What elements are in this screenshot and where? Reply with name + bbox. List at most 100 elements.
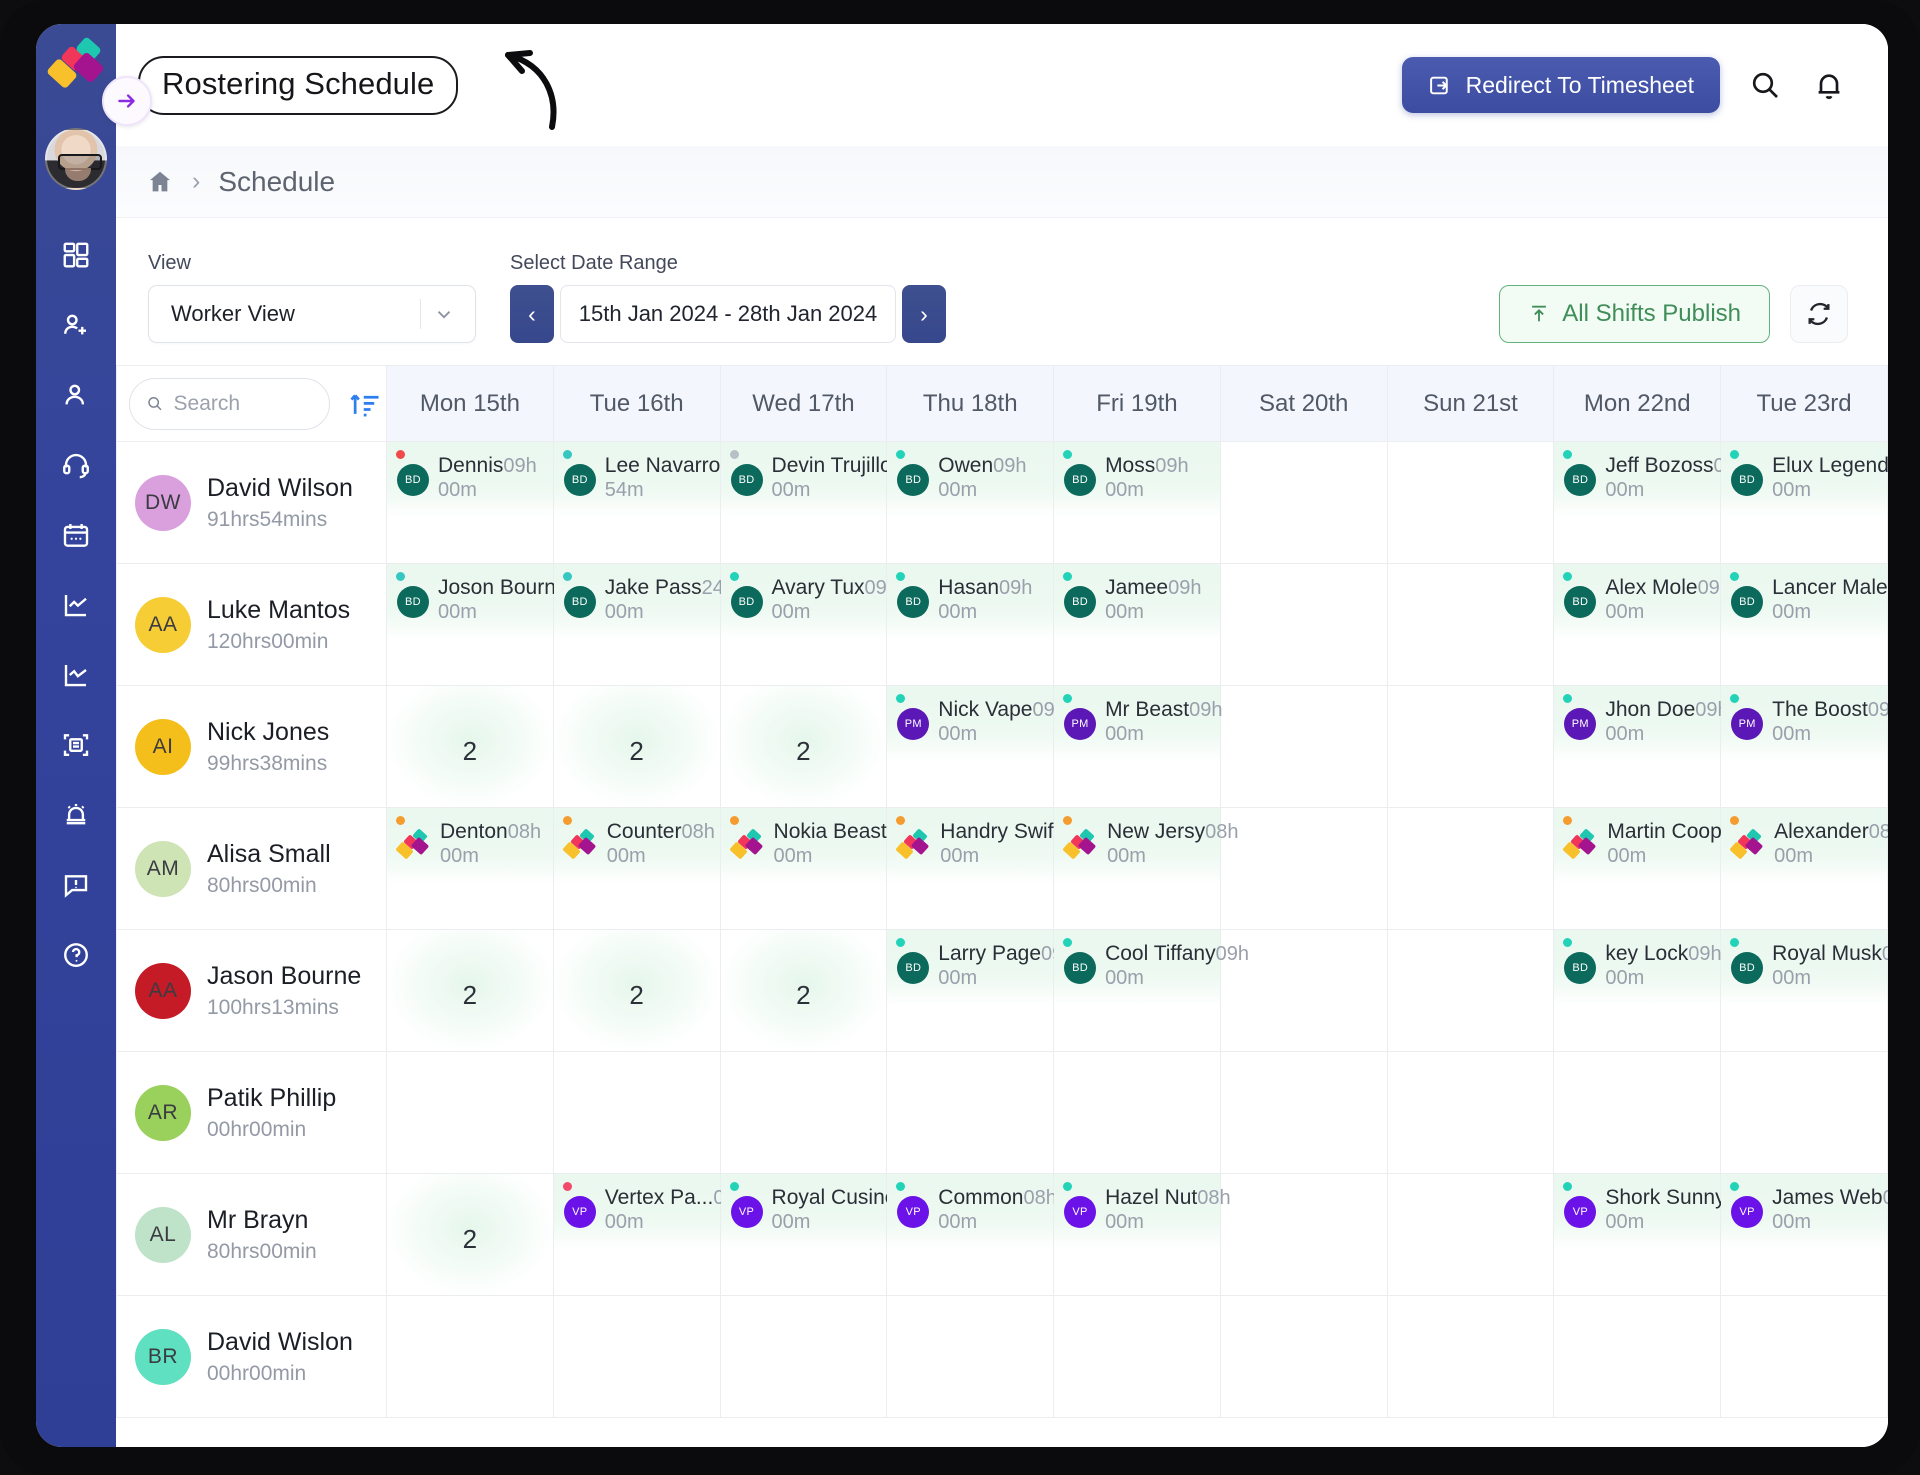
shift-card[interactable]: Nokia Beast08h 00m xyxy=(720,808,920,884)
search-input[interactable] xyxy=(173,391,313,416)
shift-card[interactable]: BD key Lock09h 00m xyxy=(1554,930,1722,1006)
sort-ascending-icon[interactable] xyxy=(344,389,386,419)
schedule-cell[interactable]: PM Jhon Doe09h 00m xyxy=(1553,685,1729,808)
user-avatar[interactable] xyxy=(45,128,107,190)
sidebar-item-calendar[interactable] xyxy=(49,508,103,562)
schedule-cell[interactable] xyxy=(886,1051,1055,1174)
shift-card[interactable]: BDElux Legend09h 00m xyxy=(1721,442,1888,518)
shift-count-badge[interactable]: 2 xyxy=(387,1174,553,1295)
schedule-cell[interactable] xyxy=(1053,1051,1221,1174)
shift-card[interactable]: BD Owen09h 00m xyxy=(887,442,1054,518)
shift-card[interactable]: Handry Swift08h 00m xyxy=(887,808,1093,884)
shift-count-badge[interactable]: 2 xyxy=(387,686,553,807)
shift-card[interactable]: BDDevin Trujillo09h 00m xyxy=(720,442,925,518)
schedule-cell[interactable] xyxy=(1386,563,1555,686)
shift-card[interactable]: BDLee Navarro10h 54m xyxy=(553,442,754,518)
schedule-cell[interactable] xyxy=(1553,1295,1722,1418)
refresh-button[interactable] xyxy=(1790,285,1848,343)
worker-cell[interactable]: AR Patik Phillip 00hr00min xyxy=(116,1051,387,1174)
schedule-cell[interactable]: BD Avary Tux09h 00m xyxy=(719,563,898,686)
schedule-cell[interactable]: VPRoyal Cusine08h 00m xyxy=(719,1173,930,1296)
next-range-button[interactable]: › xyxy=(902,285,946,343)
shift-card[interactable]: BD Cool Tiffany09h 00m xyxy=(1054,930,1249,1006)
previous-range-button[interactable]: ‹ xyxy=(510,285,554,343)
worker-cell[interactable]: AA Jason Bourne 100hrs13mins xyxy=(116,929,387,1052)
schedule-cell[interactable]: Martin Cooper08h 00m xyxy=(1553,807,1774,930)
worker-cell[interactable]: AM Alisa Small 80hrs00min xyxy=(116,807,387,930)
shift-card[interactable]: BDJoson Bourne24h 00m xyxy=(387,564,601,640)
shift-count-badge[interactable]: 2 xyxy=(553,930,720,1051)
schedule-cell[interactable] xyxy=(719,1051,888,1174)
shift-card[interactable]: VPVertex Pa...08h 00m xyxy=(553,1174,747,1250)
schedule-cell[interactable]: BDLancer Male09h 00m xyxy=(1720,563,1888,686)
schedule-cell[interactable]: 2 xyxy=(719,929,888,1052)
schedule-cell[interactable]: BDJeff Bozoss09h 00m xyxy=(1553,441,1747,564)
home-icon[interactable] xyxy=(146,168,174,196)
shift-card[interactable]: PM Mr Beast09h 00m xyxy=(1054,686,1222,762)
schedule-cell[interactable]: PM Mr Beast09h 00m xyxy=(1053,685,1222,808)
schedule-cell[interactable] xyxy=(1720,1295,1888,1418)
sidebar-item-support[interactable] xyxy=(49,438,103,492)
schedule-cell[interactable]: VPVertex Pa...08h 00m xyxy=(552,1173,747,1296)
worker-cell[interactable]: AL Mr Brayn 80hrs00min xyxy=(116,1173,387,1296)
schedule-cell[interactable]: BDRoyal Musk09h 00m xyxy=(1720,929,1888,1052)
sidebar-item-documents[interactable] xyxy=(49,718,103,772)
schedule-cell[interactable]: New Jersy08h 00m xyxy=(1053,807,1238,930)
schedule-cell[interactable]: BD Dennis09h 00m xyxy=(386,441,554,564)
schedule-cell[interactable] xyxy=(1386,807,1555,930)
schedule-cell[interactable]: BD Alex Mole09h 00m xyxy=(1553,563,1731,686)
schedule-cell[interactable]: 2 xyxy=(719,685,888,808)
shift-card[interactable]: BDJeff Bozoss09h 00m xyxy=(1554,442,1747,518)
schedule-cell[interactable]: 2 xyxy=(386,1173,554,1296)
schedule-cell[interactable]: BDDevin Trujillo09h 00m xyxy=(719,441,925,564)
shift-card[interactable]: VPRoyal Cusine08h 00m xyxy=(720,1174,930,1250)
schedule-cell[interactable]: Alexander08h 00m xyxy=(1720,807,1888,930)
notification-bell-icon[interactable] xyxy=(1810,66,1848,104)
worker-cell[interactable]: AI Nick Jones 99hrs38mins xyxy=(116,685,387,808)
schedule-cell[interactable]: BDJoson Bourne24h 00m xyxy=(386,563,601,686)
sidebar-expand-button[interactable] xyxy=(102,76,152,126)
shift-count-badge[interactable]: 2 xyxy=(387,930,553,1051)
schedule-cell[interactable] xyxy=(386,1051,554,1174)
schedule-cell[interactable] xyxy=(1386,1051,1555,1174)
date-range-value[interactable]: 15th Jan 2024 - 28th Jan 2024 xyxy=(560,285,896,343)
schedule-cell[interactable] xyxy=(386,1295,554,1418)
shift-card[interactable]: VP Hazel Nut08h 00m xyxy=(1054,1174,1231,1250)
shift-count-badge[interactable]: 2 xyxy=(553,686,720,807)
shift-card[interactable]: PMThe Boost09h 00m xyxy=(1721,686,1888,762)
schedule-cell[interactable]: BD Jake Pass24h 00m xyxy=(552,563,735,686)
shift-count-badge[interactable]: 2 xyxy=(720,930,887,1051)
schedule-cell[interactable]: BDLarry Page09h 00m xyxy=(886,929,1074,1052)
schedule-cell[interactable] xyxy=(1553,1051,1722,1174)
schedule-cell[interactable] xyxy=(1219,441,1388,564)
shift-card[interactable]: BD Moss09h 00m xyxy=(1054,442,1220,518)
schedule-cell[interactable] xyxy=(1386,929,1555,1052)
sidebar-item-add-user[interactable] xyxy=(49,298,103,352)
schedule-cell[interactable]: BD Hasan09h 00m xyxy=(886,563,1055,686)
schedule-cell[interactable]: VPShork Sunny08h 00m xyxy=(1553,1173,1759,1296)
shift-card[interactable]: BD Avary Tux09h 00m xyxy=(720,564,898,640)
schedule-cell[interactable]: 2 xyxy=(386,929,554,1052)
schedule-cell[interactable]: BD key Lock09h 00m xyxy=(1553,929,1722,1052)
shift-card[interactable]: Alexander08h 00m xyxy=(1721,808,1888,884)
schedule-cell[interactable] xyxy=(1219,807,1388,930)
schedule-cell[interactable]: Nokia Beast08h 00m xyxy=(719,807,920,930)
shift-count-badge[interactable]: 2 xyxy=(720,686,887,807)
shift-card[interactable]: VPShork Sunny08h 00m xyxy=(1554,1174,1759,1250)
shift-card[interactable]: New Jersy08h 00m xyxy=(1054,808,1238,884)
shift-card[interactable]: Denton08h 00m xyxy=(387,808,553,884)
schedule-cell[interactable]: PM Nick Vape09h 00m xyxy=(886,685,1066,808)
shift-card[interactable]: BDLarry Page09h 00m xyxy=(887,930,1074,1006)
schedule-cell[interactable]: Handry Swift08h 00m xyxy=(886,807,1093,930)
shift-card[interactable]: BD Hasan09h 00m xyxy=(887,564,1054,640)
schedule-cell[interactable]: BDLee Navarro10h 54m xyxy=(552,441,754,564)
schedule-cell[interactable]: BD Owen09h 00m xyxy=(886,441,1055,564)
schedule-cell[interactable] xyxy=(1720,1051,1888,1174)
search-box[interactable] xyxy=(129,377,330,430)
shift-card[interactable]: BD Jake Pass24h 00m xyxy=(553,564,735,640)
shift-card[interactable]: Counter08h 00m xyxy=(553,808,720,884)
all-shifts-publish-button[interactable]: All Shifts Publish xyxy=(1499,285,1770,343)
worker-cell[interactable]: BR David Wislon 00hr00min xyxy=(116,1295,387,1418)
schedule-cell[interactable] xyxy=(719,1295,888,1418)
schedule-cell[interactable] xyxy=(1219,563,1388,686)
